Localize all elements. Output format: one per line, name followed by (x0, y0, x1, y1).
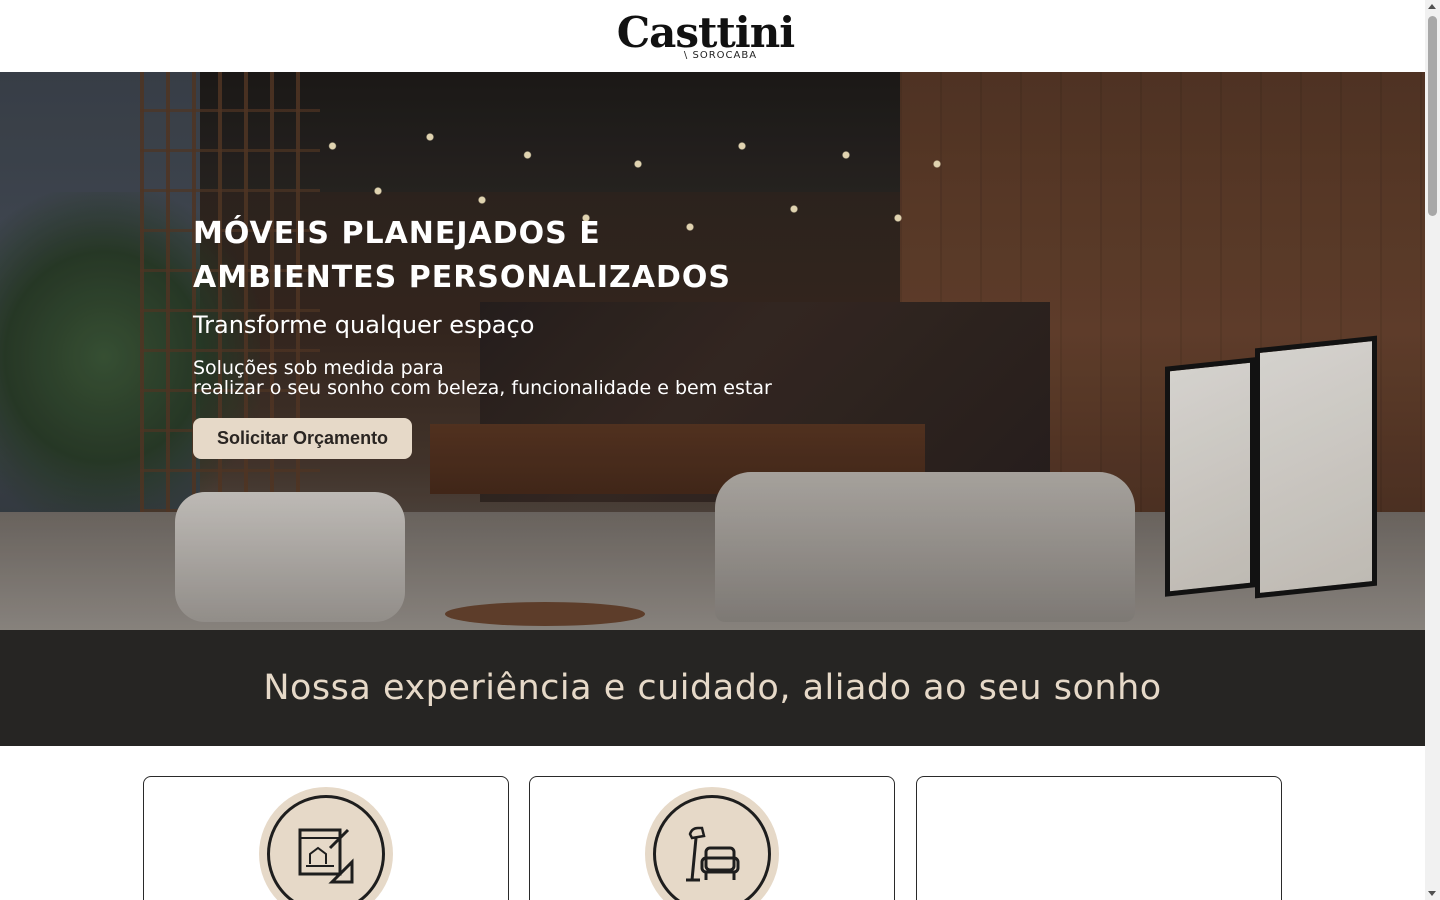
armchair-lamp-icon (686, 826, 740, 882)
request-quote-button[interactable]: Solicitar Orçamento (193, 418, 413, 459)
card-icon-ring (653, 795, 771, 900)
hero-content: MÓVEIS PLANEJADOS E AMBIENTES PERSONALIZ… (193, 212, 772, 459)
hero-description: Soluções sob medida para realizar o seu … (193, 358, 772, 398)
hero-title-line: AMBIENTES PERSONALIZADOS (193, 260, 731, 295)
scroll-down-icon[interactable] (1428, 891, 1436, 896)
logo[interactable]: Casttini \ SOROCABA (616, 7, 796, 61)
site-header: Casttini \ SOROCABA (0, 0, 1425, 72)
services-cards (0, 746, 1425, 900)
card-icon-circle (645, 787, 779, 900)
hero-description-line: Soluções sob medida para (193, 357, 444, 379)
hero-section: MÓVEIS PLANEJADOS E AMBIENTES PERSONALIZ… (0, 72, 1425, 630)
service-card[interactable] (529, 776, 895, 900)
hero-title: MÓVEIS PLANEJADOS E AMBIENTES PERSONALIZ… (193, 212, 772, 300)
blueprint-design-icon (298, 828, 354, 884)
section-title: Nossa experiência e cuidado, aliado ao s… (263, 668, 1162, 708)
scroll-up-icon[interactable] (1428, 4, 1436, 9)
logo-location: \ SOROCABA (683, 49, 758, 61)
hero-description-line: realizar o seu sonho com beleza, funcion… (193, 377, 772, 399)
page-scrollbar[interactable] (1425, 0, 1440, 900)
page: Casttini \ SOROCABA MÓVEIS PLANEJADOS E … (0, 0, 1425, 900)
experience-band: Nossa experiência e cuidado, aliado ao s… (0, 630, 1425, 746)
hero-subtitle: Transforme qualquer espaço (193, 311, 535, 339)
logo-wordmark: Casttini (616, 7, 796, 57)
card-icon-circle (259, 787, 393, 900)
service-card[interactable] (916, 776, 1282, 900)
service-card[interactable] (143, 776, 509, 900)
hero-title-line: MÓVEIS PLANEJADOS E (193, 216, 601, 251)
card-icon-ring (267, 795, 385, 900)
scrollbar-thumb[interactable] (1428, 16, 1437, 216)
